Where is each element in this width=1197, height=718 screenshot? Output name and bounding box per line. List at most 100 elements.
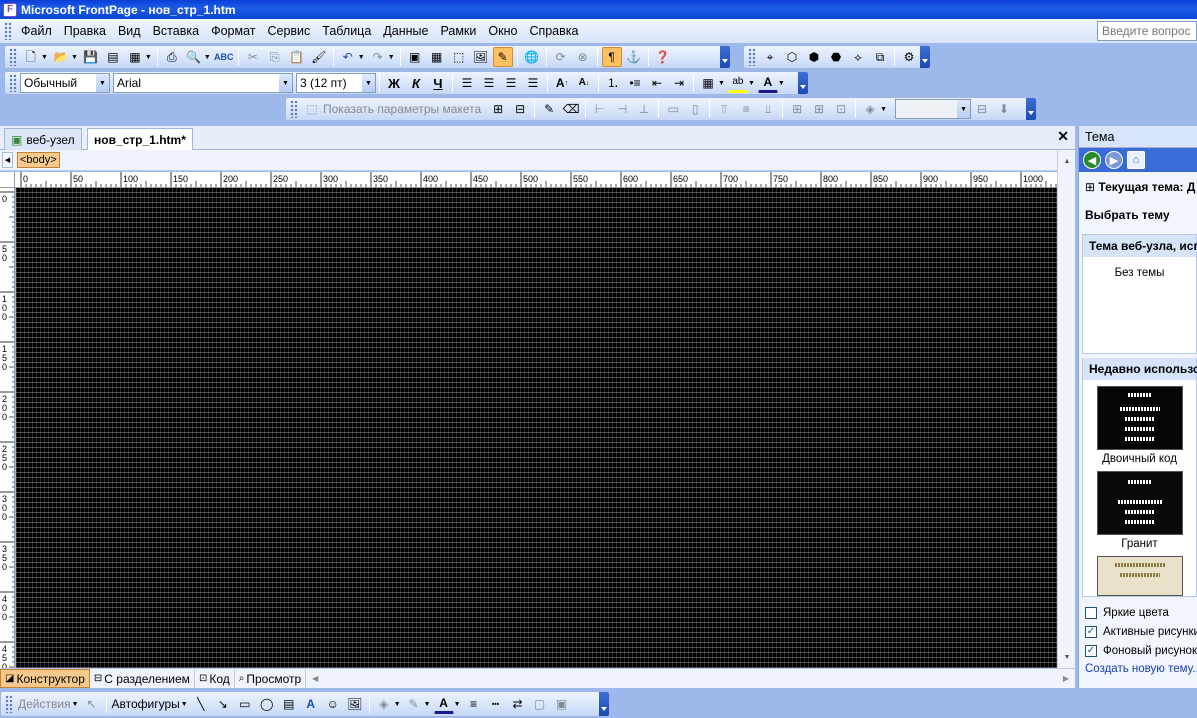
draw-table-icon[interactable]: ✎: [539, 99, 559, 119]
clipart-icon[interactable]: ☺: [323, 694, 343, 714]
checkbox-box[interactable]: [1085, 606, 1097, 619]
autoshapes-menu[interactable]: Автофигуры: [112, 697, 180, 711]
layout-table-icon[interactable]: ⊞: [488, 99, 508, 119]
wordart-icon[interactable]: A: [301, 694, 321, 714]
fill-color-icon[interactable]: ◈: [860, 99, 880, 119]
redo-icon[interactable]: ↷: [368, 47, 388, 67]
center-vert-icon[interactable]: ≡: [736, 99, 756, 119]
chevron-left-icon[interactable]: ◀: [2, 152, 13, 168]
insert-column-icon[interactable]: ⊣: [612, 99, 632, 119]
toolbar-options-icon[interactable]: [720, 46, 730, 68]
borders-icon[interactable]: ▦: [698, 73, 718, 93]
hyperlink-icon[interactable]: 🌐: [522, 47, 542, 67]
italic-button[interactable]: К: [406, 73, 426, 93]
menu-window[interactable]: Окно: [482, 24, 523, 38]
menu-insert[interactable]: Вставка: [147, 24, 205, 38]
publish-icon[interactable]: ▤: [103, 47, 123, 67]
align-bottom-icon[interactable]: ⫫: [758, 99, 778, 119]
folder-view-icon[interactable]: ▦: [125, 47, 145, 67]
theme-granite[interactable]: Гранит: [1083, 471, 1196, 556]
insert-table-icon[interactable]: ▦: [427, 47, 447, 67]
tab-preview-view[interactable]: ⌕ Просмотр: [235, 669, 307, 688]
preview-dropdown-icon[interactable]: ▼: [204, 54, 211, 61]
menu-grip[interactable]: [4, 22, 12, 40]
expand-drawing-icon[interactable]: ⬢: [804, 47, 824, 67]
scroll-down-icon[interactable]: ▼: [1060, 650, 1074, 664]
vivid-colors-checkbox[interactable]: Яркие цвета: [1079, 603, 1197, 622]
open-dropdown-icon[interactable]: ▼: [71, 54, 78, 61]
current-theme-section[interactable]: ⊞ Текущая тема: Д: [1079, 172, 1197, 198]
tab-current-page[interactable]: нов_стр_1.htm*: [87, 128, 193, 151]
active-graphics-checkbox[interactable]: ✓ Активные рисунки: [1079, 622, 1197, 641]
font-color-icon[interactable]: A: [757, 73, 778, 93]
select-objects-icon[interactable]: ⌖: [760, 47, 780, 67]
cut-icon[interactable]: ✂: [243, 47, 263, 67]
tab-split-view[interactable]: ⊟ С разделением: [90, 669, 195, 688]
layout-params-icon[interactable]: ⬚: [302, 99, 322, 119]
open-folder-icon[interactable]: 📂: [51, 47, 71, 67]
vertical-scrollbar[interactable]: ▲ ▼: [1057, 150, 1075, 668]
new-dropdown-icon[interactable]: ▼: [41, 54, 48, 61]
drawing-toggle-icon[interactable]: ✎: [492, 47, 513, 67]
align-right-icon[interactable]: ☰: [501, 73, 521, 93]
wrap-drawing-icon[interactable]: ⧉: [870, 47, 890, 67]
dash-style-icon[interactable]: ┅: [486, 694, 506, 714]
home-icon[interactable]: ⌂: [1127, 151, 1145, 169]
tab-code-view[interactable]: ⊡ Код: [195, 669, 235, 688]
fill-down-icon[interactable]: ⬇: [994, 99, 1014, 119]
font-select[interactable]: Arial ▼: [113, 73, 293, 93]
font-color-dropdown-icon[interactable]: ▼: [454, 701, 461, 708]
toolbar-options-icon[interactable]: [920, 46, 930, 68]
toolbar-grip[interactable]: [290, 100, 298, 118]
line-color-dropdown-icon[interactable]: ▼: [424, 701, 431, 708]
underline-button[interactable]: Ч: [428, 73, 448, 93]
chevron-down-icon[interactable]: ▼: [957, 100, 971, 118]
web-component-icon[interactable]: ▣: [405, 47, 425, 67]
split-cells-icon[interactable]: ▯: [685, 99, 705, 119]
background-picture-checkbox[interactable]: ✓ Фоновый рисунок: [1079, 641, 1197, 660]
textbox-icon[interactable]: ▤: [279, 694, 299, 714]
select-arrow-icon[interactable]: ↖: [82, 694, 102, 714]
toolbar-options-icon[interactable]: [798, 72, 808, 94]
spelling-icon[interactable]: ABC: [214, 47, 234, 67]
scroll-up-icon[interactable]: ▲: [1060, 154, 1074, 168]
increase-font-icon[interactable]: A ↑: [552, 73, 572, 93]
menu-file[interactable]: Файл: [15, 24, 58, 38]
anchor-icon[interactable]: ⚓: [624, 47, 644, 67]
organize-drawing-icon[interactable]: ⟡: [848, 47, 868, 67]
merge-cells-icon[interactable]: ▭: [663, 99, 683, 119]
format-painter-icon[interactable]: 🖌: [309, 47, 329, 67]
no-theme-option[interactable]: Без темы: [1083, 257, 1196, 353]
align-top-icon[interactable]: ⫪: [714, 99, 734, 119]
align-center-icon[interactable]: ☰: [479, 73, 499, 93]
arrow-icon[interactable]: ↘: [213, 694, 233, 714]
insert-row-icon[interactable]: ⊢: [590, 99, 610, 119]
forward-arrow-icon[interactable]: ▶: [1105, 151, 1123, 169]
toolbar-grip[interactable]: [748, 48, 756, 66]
line-color-icon[interactable]: ✎: [404, 694, 424, 714]
toolbar-grip[interactable]: [9, 48, 17, 66]
actions-dropdown-icon[interactable]: ▼: [72, 701, 79, 708]
create-new-theme-link[interactable]: Создать новую тему...: [1079, 660, 1197, 678]
help-icon[interactable]: ❓: [653, 47, 673, 67]
decrease-font-icon[interactable]: A ↓: [574, 73, 594, 93]
stop-icon[interactable]: ⊗: [573, 47, 593, 67]
toolbar-grip[interactable]: [5, 695, 13, 713]
fit-drawing-icon[interactable]: ⬡: [782, 47, 802, 67]
canvas-options-icon[interactable]: ⚙: [899, 47, 919, 67]
toolbar-options-icon[interactable]: [1026, 98, 1036, 120]
close-icon[interactable]: ✕: [1057, 128, 1069, 145]
decrease-indent-icon[interactable]: ⇤: [647, 73, 667, 93]
highlight-dropdown-icon[interactable]: ▼: [748, 80, 755, 87]
insert-picture-icon[interactable]: 🖼: [471, 47, 491, 67]
menu-help[interactable]: Справка: [523, 24, 584, 38]
highlight-icon[interactable]: ab: [727, 73, 748, 93]
redo-dropdown-icon[interactable]: ▼: [388, 54, 395, 61]
theme-third[interactable]: [1083, 556, 1196, 596]
style-select[interactable]: Обычный ▼: [20, 73, 110, 93]
chevron-down-icon[interactable]: ▼: [96, 74, 109, 92]
layout-cell-icon[interactable]: ⊟: [510, 99, 530, 119]
show-all-pilcrow-icon[interactable]: ¶: [601, 47, 622, 67]
3d-icon[interactable]: ▣: [552, 694, 572, 714]
print-preview-icon[interactable]: 🔍: [184, 47, 204, 67]
